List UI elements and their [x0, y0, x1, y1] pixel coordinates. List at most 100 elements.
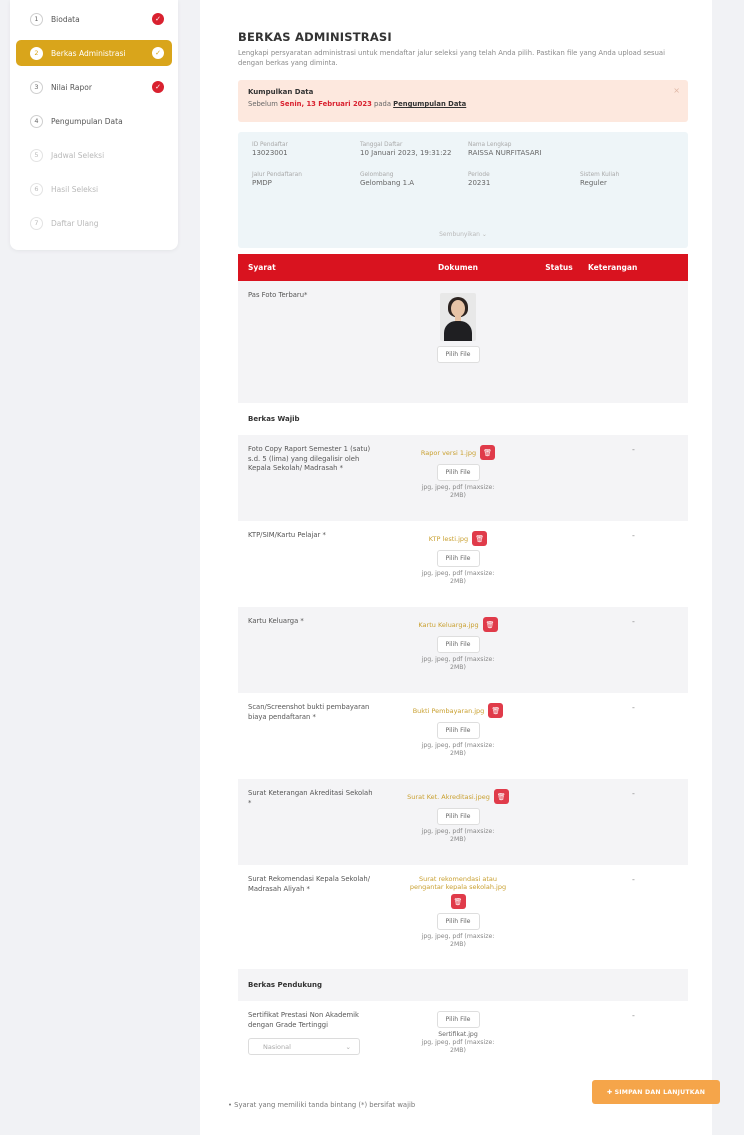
info-empty — [580, 142, 680, 158]
alert-middle: pada — [371, 100, 394, 108]
close-icon[interactable]: × — [673, 86, 680, 95]
step-number: 3 — [30, 80, 43, 94]
registrant-info-panel: ID Pendaftar 13023001 Tanggal Daftar 10 Ja… — [238, 132, 688, 248]
uploaded-file-name[interactable]: KTP lesti.jpg — [429, 535, 468, 543]
step-number: 5 — [30, 148, 43, 162]
info-nama-lengkap: Nama Lengkap RAISSA NURFITASARI — [468, 142, 580, 158]
deadline-alert: Kumpulkan Data Sebelum Senin, 13 Februar… — [238, 80, 688, 122]
uploaded-file-name[interactable]: Kartu Keluarga.jpg — [418, 621, 478, 629]
step-biodata[interactable]: 1 Biodata ✓ — [16, 6, 172, 32]
table-row: Kartu Keluarga * Kartu Keluarga.jpg 🗑 Pil… — [238, 607, 688, 693]
choose-file-button[interactable]: Pilih File — [436, 464, 480, 481]
table-row: Sertifikat Prestasi Non Akademik dengan … — [238, 1001, 688, 1085]
save-and-continue-button[interactable]: ✚ SIMPAN DAN LANJUTKAN — [592, 1080, 720, 1104]
status-cell — [530, 445, 588, 511]
keterangan-cell: - — [632, 789, 635, 798]
toggle-details-link[interactable]: Sembunyikan ⌄ — [238, 231, 688, 238]
requirement-label: Kartu Keluarga * — [248, 617, 304, 625]
table-row: Foto Copy Raport Semester 1 (satu) s.d. … — [238, 435, 688, 521]
uploaded-file-name[interactable]: Rapor versi 1.jpg — [421, 449, 476, 457]
document-cell: Pilih File — [386, 291, 530, 393]
keterangan-cell: - — [632, 445, 635, 454]
uploaded-file-name[interactable]: Surat rekomendasi atau pengantar kepala … — [408, 875, 508, 891]
document-cell: Surat Ket. Akreditasi.jpeg 🗑 Pilih File j… — [386, 789, 530, 855]
choose-file-button[interactable]: Pilih File — [436, 913, 480, 930]
info-label: Periode — [468, 172, 490, 178]
choose-file-button[interactable]: Pilih File — [436, 636, 480, 653]
choose-file-button[interactable]: Pilih File — [436, 346, 480, 363]
document-cell: Bukti Pembayaran.jpg 🗑 Pilih File jpg, jp… — [386, 703, 530, 769]
requirement-label: Pas Foto Terbaru* — [248, 291, 308, 299]
page-description: Lengkapi persyaratan administrasi untuk … — [238, 49, 665, 67]
step-number: 7 — [30, 216, 43, 230]
choose-file-button[interactable]: Pilih File — [436, 550, 480, 567]
info-value: Gelombang 1.A — [360, 179, 415, 187]
profile-photo — [440, 293, 476, 341]
info-tanggal-daftar: Tanggal Daftar 10 Januari 2023, 19:31:22 — [360, 142, 468, 158]
step-pengumpulan-data[interactable]: 4 Pengumpulan Data — [16, 108, 172, 134]
document-cell: Rapor versi 1.jpg 🗑 Pilih File jpg, jpeg,… — [386, 445, 530, 511]
keterangan-cell: - — [632, 531, 635, 540]
trash-icon[interactable]: 🗑 — [488, 703, 504, 718]
uploaded-file-name[interactable]: Surat Ket. Akreditasi.jpeg — [407, 793, 490, 801]
step-jadwal-seleksi: 5 Jadwal Seleksi — [16, 142, 172, 168]
info-value: Reguler — [580, 179, 607, 187]
requirement-label: Foto Copy Raport Semester 1 (satu) s.d. … — [248, 445, 371, 472]
file-hint: jpg, jpeg, pdf (maxsize: 2MB) — [421, 570, 495, 585]
table-header: Syarat Dokumen Status Keterangan — [238, 254, 688, 281]
step-number: 1 — [30, 12, 43, 26]
step-label: Nilai Rapor — [51, 82, 92, 92]
step-sidebar: 1 Biodata ✓ 2 Berkas Administrasi ✓ 3 Ni… — [10, 0, 178, 250]
step-berkas-administrasi[interactable]: 2 Berkas Administrasi ✓ — [16, 40, 172, 66]
requirement-cell: Sertifikat Prestasi Non Akademik dengan … — [248, 1011, 386, 1075]
requirement-label: Sertifikat Prestasi Non Akademik dengan … — [248, 1011, 359, 1029]
choose-file-button[interactable]: Pilih File — [436, 1011, 480, 1028]
step-label: Berkas Administrasi — [51, 48, 126, 58]
step-number: 6 — [30, 182, 43, 196]
alert-deadline: Senin, 13 Februari 2023 — [279, 100, 372, 108]
keterangan-cell: - — [632, 1011, 635, 1020]
trash-icon[interactable]: 🗑 — [472, 531, 488, 546]
step-label: Pengumpulan Data — [51, 116, 123, 126]
info-value: 20231 — [468, 179, 491, 187]
keterangan-cell: - — [632, 703, 635, 712]
requirement-label: Scan/Screenshot bukti pembayaran biaya p… — [248, 703, 370, 721]
select-value: Nasional — [263, 1042, 291, 1051]
trash-icon[interactable]: 🗑 — [493, 789, 509, 804]
status-cell — [530, 617, 588, 683]
pengumpulan-data-link[interactable]: Pengumpulan Data — [393, 100, 466, 108]
info-id-pendaftar: ID Pendaftar 13023001 — [252, 142, 360, 158]
alert-prefix: Sebelum — [248, 100, 280, 108]
trash-icon[interactable]: 🗑 — [450, 894, 466, 909]
choose-file-button[interactable]: Pilih File — [436, 808, 480, 825]
uploaded-file-name: Sertifikat.jpg — [438, 1031, 478, 1038]
info-value: 13023001 — [252, 149, 288, 157]
uploaded-file-name[interactable]: Bukti Pembayaran.jpg — [413, 707, 485, 715]
section-berkas-wajib: Berkas Wajib — [248, 415, 300, 423]
keterangan-cell: - — [632, 617, 635, 626]
step-hasil-seleksi: 6 Hasil Seleksi — [16, 176, 172, 202]
status-cell — [530, 1011, 588, 1075]
step-nilai-rapor[interactable]: 3 Nilai Rapor ✓ — [16, 74, 172, 100]
info-value: 10 Januari 2023, 19:31:22 — [360, 149, 452, 157]
header-keterangan: Keterangan — [588, 263, 638, 272]
trash-icon[interactable]: 🗑 — [482, 617, 498, 632]
check-icon: ✓ — [152, 47, 164, 59]
header-status: Status — [545, 263, 573, 272]
header-syarat: Syarat — [248, 263, 276, 272]
level-select[interactable]: Nasional ⌄ — [248, 1038, 360, 1055]
choose-file-button[interactable]: Pilih File — [436, 722, 480, 739]
info-label: Sistem Kuliah — [580, 172, 620, 178]
info-value: PMDP — [252, 179, 272, 187]
document-cell: Kartu Keluarga.jpg 🗑 Pilih File jpg, jpeg… — [386, 617, 530, 683]
step-label: Biodata — [51, 14, 80, 24]
document-cell: Pilih File Sertifikat.jpg jpg, jpeg, pdf… — [386, 1011, 530, 1075]
info-jalur-pendaftaran: Jalur Pendaftaran PMDP — [252, 172, 360, 188]
step-label: Jadwal Seleksi — [51, 150, 105, 160]
file-hint: jpg, jpeg, pdf (maxsize: 2MB) — [421, 933, 495, 948]
status-cell — [530, 875, 588, 959]
info-sistem-kuliah: Sistem Kuliah Reguler — [580, 172, 680, 188]
trash-icon[interactable]: 🗑 — [480, 445, 496, 460]
info-label: Nama Lengkap — [468, 142, 512, 148]
required-note-text: Syarat yang memiliki tanda bintang (*) b… — [234, 1101, 416, 1109]
